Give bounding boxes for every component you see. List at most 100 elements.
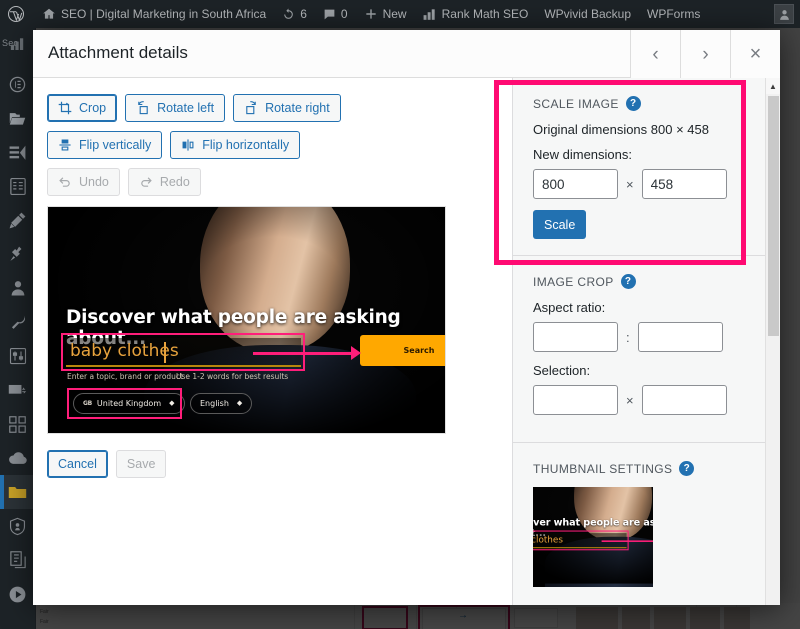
scale-button[interactable]: Scale bbox=[533, 210, 587, 239]
editor-toolbar-row-2: Flip vertically Flip horizontally bbox=[47, 131, 498, 159]
new-content-label: New bbox=[382, 7, 407, 21]
redo-label: Redo bbox=[159, 175, 190, 189]
undo-button[interactable]: Undo bbox=[47, 168, 120, 196]
flip-horizontal-label: Flip horizontally bbox=[202, 138, 290, 152]
updates-count: 6 bbox=[300, 7, 307, 21]
rank-math-icon bbox=[423, 8, 437, 20]
chevron-updown-icon: ◆ bbox=[169, 399, 175, 407]
next-attachment-button[interactable]: › bbox=[680, 30, 730, 78]
wp-admin-sidebar: Seo bbox=[0, 28, 36, 629]
modal-header: Attachment details ‹ › × bbox=[33, 30, 780, 78]
scale-height-input[interactable] bbox=[641, 169, 727, 199]
menu-separator bbox=[0, 58, 35, 67]
sidebar-item-video[interactable] bbox=[0, 577, 35, 611]
annotation-arrow-line bbox=[253, 352, 358, 355]
redo-button[interactable]: Redo bbox=[127, 168, 201, 196]
thumbnail-artwork: Discover what people are asking about...… bbox=[533, 487, 653, 587]
flip-horizontal-icon bbox=[181, 138, 195, 152]
wpvivid-backup-label: WPvivid Backup bbox=[544, 7, 632, 21]
grid-blocks-icon bbox=[9, 415, 26, 433]
thumbnail-settings-panel: THUMBNAIL SETTINGS ? Discover what peopl… bbox=[513, 442, 766, 603]
rotate-left-label: Rotate left bbox=[157, 101, 215, 115]
sidebar-item-tools[interactable] bbox=[0, 305, 35, 339]
save-button[interactable]: Save bbox=[115, 450, 167, 478]
redo-icon bbox=[139, 175, 153, 189]
flip-vertical-icon bbox=[58, 138, 72, 152]
sidebar-item-pages[interactable] bbox=[0, 135, 35, 169]
sidebar-item-security[interactable] bbox=[0, 509, 35, 543]
crop-button-label: Crop bbox=[79, 101, 107, 115]
site-name-menu[interactable]: SEO | Digital Marketing in South Africa bbox=[34, 0, 274, 28]
wpforms-label: WPForms bbox=[647, 7, 701, 21]
settings-scroll-content: SCALE IMAGE ? Original dimensions 800 × … bbox=[513, 78, 766, 605]
flip-horizontal-button[interactable]: Flip horizontally bbox=[170, 131, 301, 159]
preview-hint-right: Use 1-2 words for best results bbox=[176, 372, 289, 381]
rotate-right-icon bbox=[244, 101, 258, 115]
mail-send-icon bbox=[8, 384, 27, 394]
settings-scrollbar[interactable]: ▲ bbox=[765, 78, 780, 605]
scale-image-title: SCALE IMAGE ? bbox=[533, 96, 750, 111]
sidebar-item-appearance[interactable] bbox=[0, 203, 35, 237]
attachment-details-modal: Attachment details ‹ › × Crop Rotate lef… bbox=[33, 30, 780, 605]
rotate-right-label: Rotate right bbox=[265, 101, 330, 115]
updates-menu[interactable]: 6 bbox=[274, 0, 315, 28]
image-crop-panel: IMAGE CROP ? Aspect ratio: : Selection: bbox=[513, 255, 766, 442]
dashboard-icon bbox=[9, 76, 26, 92]
thumbnail-help-icon[interactable]: ? bbox=[679, 461, 695, 476]
play-circle-icon bbox=[9, 586, 26, 602]
sidebar-item-settings[interactable] bbox=[0, 339, 35, 373]
previous-attachment-button[interactable]: ‹ bbox=[630, 30, 680, 78]
selection-height-input[interactable] bbox=[641, 385, 727, 415]
editor-actions: Cancel Save bbox=[47, 450, 498, 478]
documents-icon bbox=[9, 550, 26, 568]
preview-search-button: Search bbox=[360, 335, 445, 366]
crop-help-icon[interactable]: ? bbox=[620, 274, 636, 289]
sidebar-item-folders[interactable] bbox=[0, 475, 35, 509]
aspect-ratio-height-input[interactable] bbox=[637, 322, 723, 352]
updates-icon bbox=[282, 8, 295, 21]
close-modal-button[interactable]: × bbox=[730, 30, 780, 78]
wpforms-menu[interactable]: WPForms bbox=[639, 0, 708, 28]
cancel-button[interactable]: Cancel bbox=[47, 450, 108, 478]
sidebar-item-plugins[interactable] bbox=[0, 237, 35, 271]
wordpress-logo-icon[interactable] bbox=[0, 0, 34, 28]
scale-help-icon[interactable]: ? bbox=[625, 96, 641, 111]
aspect-ratio-width-input[interactable] bbox=[533, 322, 618, 352]
plugin-icon bbox=[10, 246, 22, 261]
rotate-right-button[interactable]: Rotate right bbox=[233, 94, 341, 122]
crop-button[interactable]: Crop bbox=[47, 94, 118, 122]
sidebar-item-media[interactable] bbox=[0, 101, 35, 135]
new-content-menu[interactable]: New bbox=[356, 0, 415, 28]
sidebar-item-cloud[interactable] bbox=[0, 441, 35, 475]
scrollbar-thumb[interactable] bbox=[768, 96, 779, 336]
flip-vertical-button[interactable]: Flip vertically bbox=[47, 131, 163, 159]
avatar[interactable] bbox=[774, 4, 794, 24]
sidebar-item-mail[interactable] bbox=[0, 373, 35, 407]
undo-icon bbox=[58, 175, 72, 189]
thumbnail-settings-title: THUMBNAIL SETTINGS ? bbox=[533, 461, 750, 476]
comments-menu[interactable]: 0 bbox=[315, 0, 356, 28]
rotate-left-button[interactable]: Rotate left bbox=[125, 94, 226, 122]
forms-icon bbox=[9, 177, 26, 195]
scale-width-input[interactable] bbox=[533, 169, 618, 199]
preview-country-select: GB United Kingdom ◆ bbox=[73, 393, 185, 414]
new-dimensions-fields: × bbox=[533, 169, 750, 199]
selection-width-input[interactable] bbox=[533, 385, 618, 415]
wpvivid-backup-menu[interactable]: WPvivid Backup bbox=[536, 0, 639, 28]
chevron-updown-icon-2: ◆ bbox=[236, 399, 243, 407]
sidebar-item-users[interactable] bbox=[0, 271, 35, 305]
sidebar-item-docs[interactable] bbox=[0, 543, 35, 577]
site-name-label: SEO | Digital Marketing in South Africa bbox=[61, 7, 267, 21]
appearance-brush-icon bbox=[9, 212, 26, 228]
thumb-arrow-line bbox=[601, 540, 653, 542]
editor-toolbar-row-1: Crop Rotate left Rotate right bbox=[47, 94, 498, 122]
rank-math-menu[interactable]: Rank Math SEO bbox=[415, 0, 537, 28]
image-preview[interactable]: Discover what people are asking about...… bbox=[47, 206, 446, 434]
sidebar-item-rank-math[interactable] bbox=[0, 28, 35, 58]
scrollbar-up-arrow[interactable]: ▲ bbox=[766, 78, 780, 94]
sidebar-item-addons[interactable] bbox=[0, 407, 35, 441]
sidebar-item-forms[interactable] bbox=[0, 169, 35, 203]
comments-count: 0 bbox=[340, 7, 348, 21]
sidebar-item-dashboard[interactable] bbox=[0, 67, 35, 101]
rank-math-icon bbox=[10, 37, 23, 50]
